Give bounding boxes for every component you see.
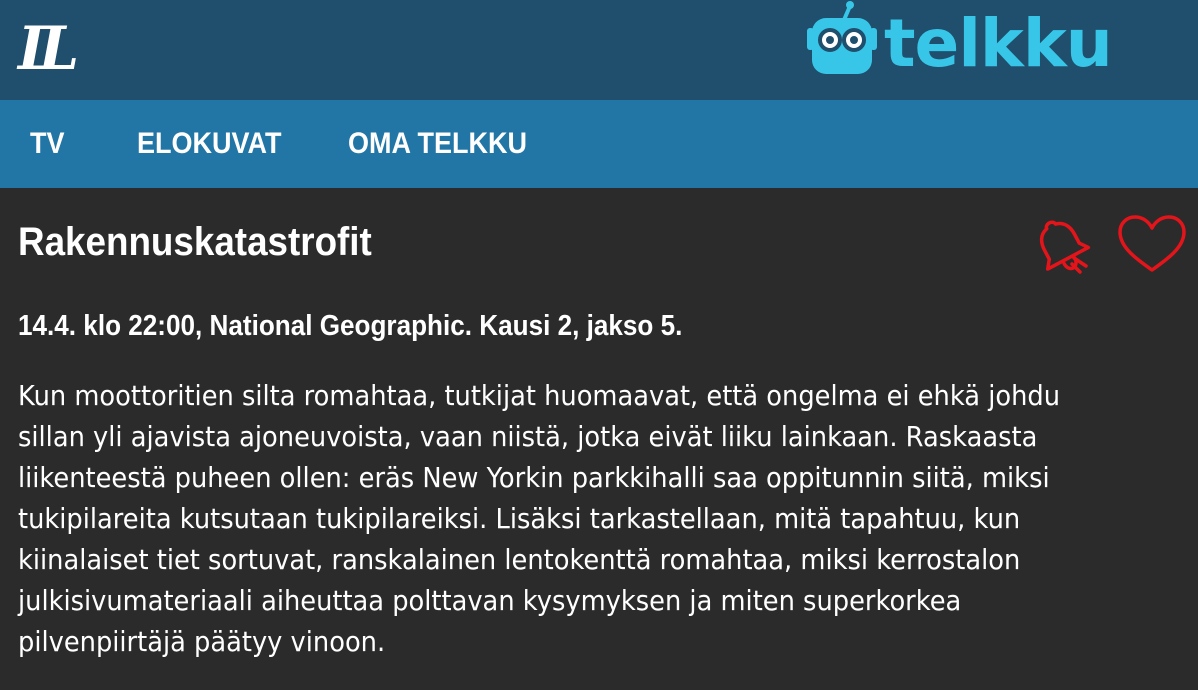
description-line: kiinalaiset tiet sortuvat, ranskalainen … bbox=[18, 544, 1021, 576]
site-header: IL telkku bbox=[0, 0, 1198, 100]
program-details: Rakennuskatastrofit 14.4. klo 22:00, Nat… bbox=[0, 188, 1198, 690]
nav-item-elokuvat[interactable]: ELOKUVAT bbox=[137, 124, 281, 164]
program-title: Rakennuskatastrofit bbox=[18, 220, 372, 264]
nav-item-tv[interactable]: TV bbox=[30, 124, 65, 164]
description-line: liikenteestä puheen ollen: eräs New York… bbox=[18, 462, 1050, 494]
bell-icon bbox=[1039, 220, 1091, 274]
description-line: sillan yli ajavista ajoneuvoista, vaan n… bbox=[18, 421, 1038, 453]
description-line: julkisivumateriaali aiheuttaa polttavan … bbox=[18, 585, 962, 617]
broadcast-info: 14.4. klo 22:00, National Geographic. Ka… bbox=[18, 310, 683, 342]
favorite-button[interactable] bbox=[1116, 214, 1188, 276]
description-line: tukipilareita kutsutaan tukipilareiksi. … bbox=[18, 503, 1021, 535]
nav-item-oma-telkku[interactable]: OMA TELKKU bbox=[348, 124, 527, 164]
description-line: Kun moottoritien silta romahtaa, tutkija… bbox=[18, 380, 1060, 412]
reminder-button[interactable] bbox=[1028, 214, 1094, 276]
telkku-robot-icon bbox=[807, 1, 877, 74]
description-line: pilvenpiirtäjä päätyy vinoon. bbox=[18, 626, 386, 658]
heart-icon bbox=[1118, 215, 1186, 272]
telkku-wordmark: telkku bbox=[884, 5, 1113, 82]
telkku-logo[interactable]: telkku bbox=[806, 0, 1116, 100]
il-logo[interactable]: IL bbox=[18, 14, 79, 84]
main-nav: TV ELOKUVAT OMA TELKKU bbox=[0, 100, 1198, 188]
program-description: Kun moottoritien silta romahtaa, tutkija… bbox=[18, 376, 1198, 663]
